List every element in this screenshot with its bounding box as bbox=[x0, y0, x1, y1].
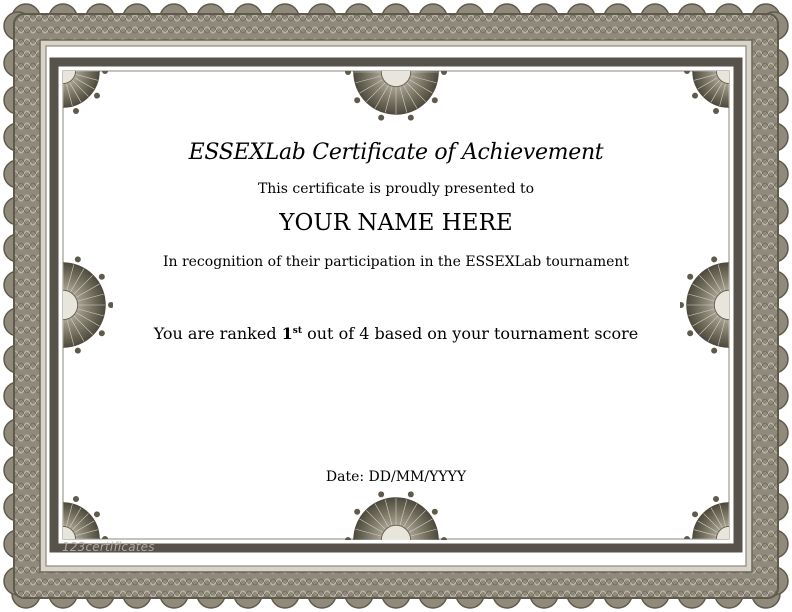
certificate-title: ESSEXLab Certificate of Achievement bbox=[188, 140, 604, 165]
rank-ordinal-suffix: st bbox=[292, 326, 303, 336]
recipient-name: YOUR NAME HERE bbox=[279, 210, 513, 236]
presented-to-text: This certificate is proudly presented to bbox=[257, 181, 535, 197]
rank-prefix: You are ranked bbox=[153, 324, 282, 343]
recognition-text: In recognition of their participation in… bbox=[162, 254, 630, 270]
date-line: Date: DD/MM/YYYY bbox=[325, 469, 467, 485]
rank-suffix: out of 4 based on your tournament score bbox=[302, 324, 639, 343]
rank-number: 1 bbox=[281, 324, 293, 343]
watermark: 123certificates bbox=[62, 540, 155, 554]
certificate-border-frame bbox=[3, 3, 789, 609]
rank-statement: You are ranked 1st out of 4 based on you… bbox=[0, 324, 792, 343]
